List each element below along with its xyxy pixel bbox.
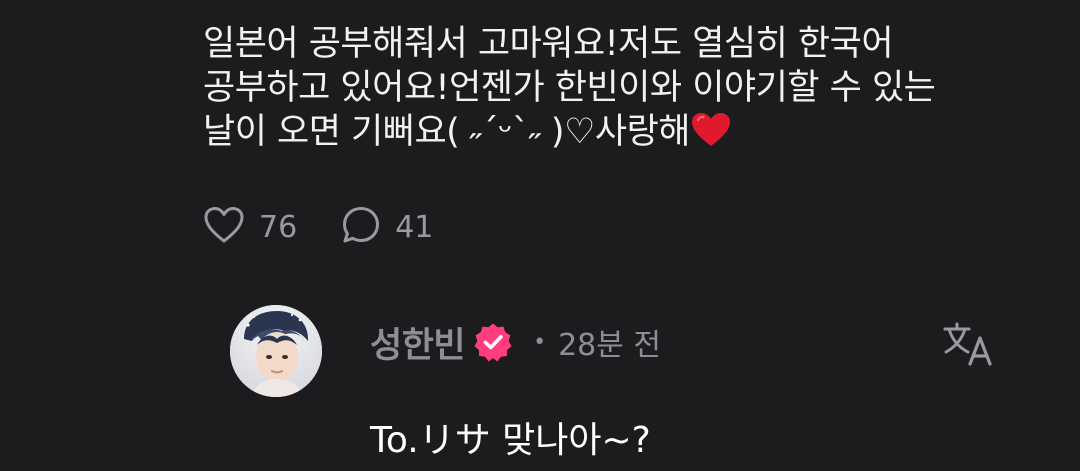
translate-button[interactable] <box>942 321 996 367</box>
post-line-last: 날이 오면 기뻐요( ˶ˊᵕˋ˶ )♡사랑해 <box>203 110 1043 158</box>
post-line: 공부하고 있어요!언젠가 한빈이와 이야기할 수 있는 <box>203 68 936 108</box>
like-button[interactable]: 76 <box>203 206 297 248</box>
post-line: 일본어 공부해줘서 고마워요!저도 열심히 한국어 <box>203 24 894 64</box>
post-actions: 76 41 <box>203 205 433 249</box>
author-name[interactable]: 성한빈 <box>370 317 466 368</box>
post-body: 일본어 공부해줘서 고마워요!저도 열심히 한국어 공부하고 있어요!언젠가 한… <box>203 22 1043 158</box>
reply-item: 성한빈 • 28분 전 To.リサ 맞나아~? <box>230 305 1010 465</box>
comment-count: 41 <box>395 209 434 245</box>
heart-outline-icon <box>203 206 245 248</box>
reply-text: To.リサ 맞나아~? <box>370 420 651 461</box>
verified-badge-icon <box>473 322 513 362</box>
meta-separator: • <box>533 329 547 355</box>
red-heart-emoji-icon <box>691 113 730 158</box>
post-line-text: 날이 오면 기뻐요( ˶ˊᵕˋ˶ )♡사랑해 <box>203 112 690 152</box>
reply-header: 성한빈 • 28분 전 <box>370 317 662 368</box>
translate-icon <box>942 322 996 371</box>
like-count: 76 <box>259 209 298 245</box>
comment-button[interactable]: 41 <box>341 205 433 249</box>
timestamp: 28분 전 <box>558 328 662 363</box>
avatar[interactable] <box>230 305 322 397</box>
speech-bubble-icon <box>341 205 381 249</box>
